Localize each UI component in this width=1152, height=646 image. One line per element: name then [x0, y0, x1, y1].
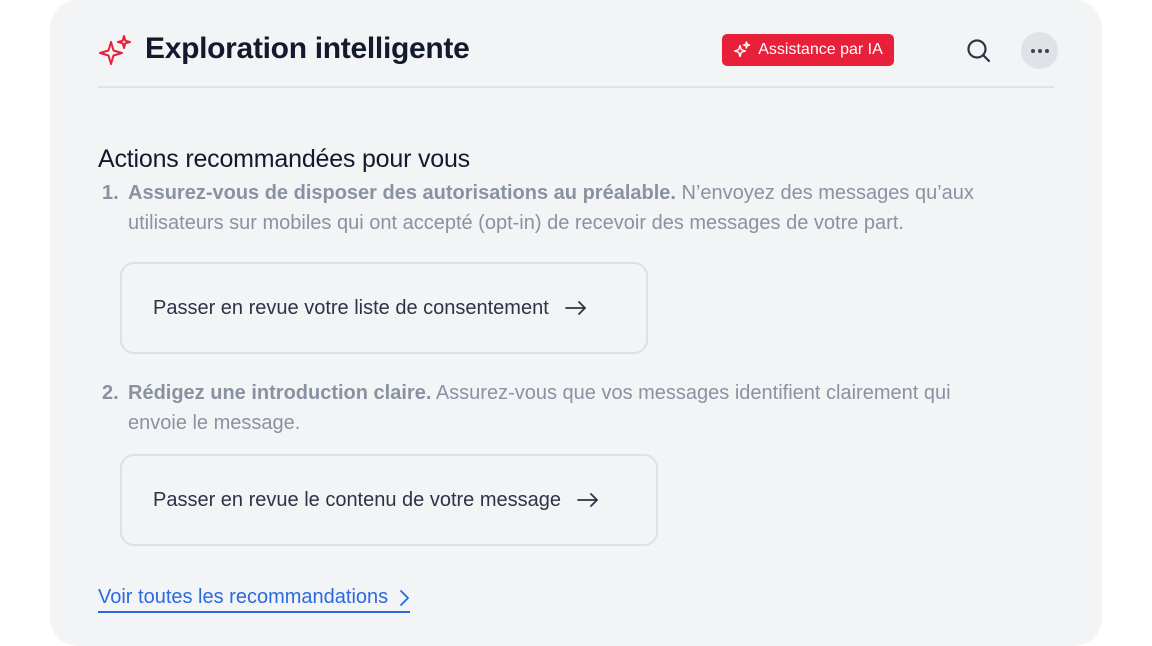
review-consent-list-button[interactable]: Passer en revue votre liste de consentem…: [120, 262, 648, 354]
recommendation-step: 2. Rédigez une introduction claire. Assu…: [102, 378, 1002, 438]
more-options-button[interactable]: [1021, 32, 1058, 69]
action-label: Passer en revue votre liste de consentem…: [153, 296, 549, 319]
ai-badge-label: Assistance par IA: [758, 41, 883, 58]
review-message-content-button[interactable]: Passer en revue le contenu de votre mess…: [120, 454, 658, 546]
step-heading: Assurez-vous de disposer des autorisatio…: [128, 182, 676, 204]
chevron-right-icon: [400, 589, 410, 606]
action-label: Passer en revue le contenu de votre mess…: [153, 488, 562, 511]
see-all-recommendations-link[interactable]: Voir toutes les recommandations: [98, 586, 411, 613]
recommendation-step: 1. Assurez-vous de disposer des autorisa…: [102, 178, 1002, 238]
search-icon[interactable]: [964, 36, 994, 66]
section-title: Actions recommandées pour vous: [98, 145, 470, 173]
page-title: Exploration intelligente: [145, 32, 470, 65]
sparkle-icon: [734, 41, 751, 58]
smart-exploration-card: Exploration intelligente Assistance par …: [50, 0, 1102, 646]
step-heading: Rédigez une introduction claire.: [128, 382, 432, 404]
see-all-label: Voir toutes les recommandations: [98, 586, 389, 608]
arrow-right-icon: [577, 493, 598, 507]
sparkle-icon: [99, 35, 131, 65]
ai-assist-badge[interactable]: Assistance par IA: [722, 34, 894, 66]
more-horizontal-icon: [1030, 48, 1035, 53]
step-text: Assurez-vous de disposer des autorisatio…: [128, 178, 1002, 238]
step-text: Rédigez une introduction claire. Assurez…: [128, 378, 1002, 438]
step-number: 1.: [102, 182, 119, 204]
card-header: Exploration intelligente Assistance par …: [98, 28, 1058, 88]
arrow-right-icon: [564, 301, 586, 315]
step-number: 2.: [102, 382, 119, 404]
